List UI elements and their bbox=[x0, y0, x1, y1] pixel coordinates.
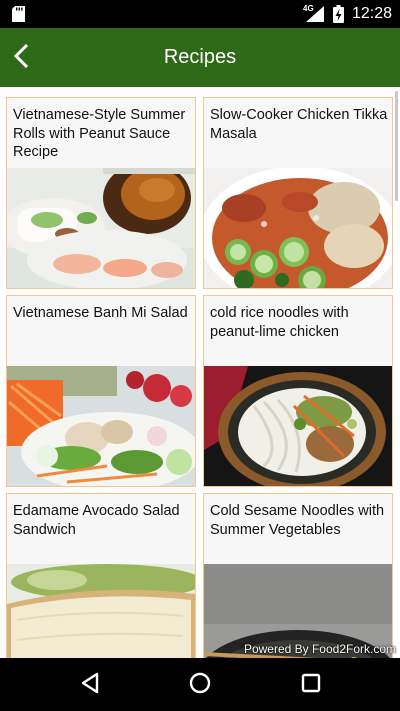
back-arrow-icon bbox=[13, 43, 29, 73]
system-nav-bar bbox=[0, 658, 400, 711]
recipe-image bbox=[7, 168, 195, 288]
recipe-image bbox=[7, 564, 195, 658]
powered-by-watermark: Powered By Food2Fork.com bbox=[243, 642, 396, 656]
clock: 12:28 bbox=[352, 5, 393, 22]
page-title: Recipes bbox=[163, 46, 237, 68]
scrollbar[interactable] bbox=[395, 91, 398, 201]
recipe-title: Vietnamese Banh Mi Salad bbox=[13, 305, 188, 321]
recipe-card[interactable]: Vietnamese Banh Mi Salad bbox=[6, 295, 196, 487]
recipe-image bbox=[7, 366, 195, 486]
recipe-title: Slow-Cooker Chicken Tikka Masala bbox=[210, 107, 388, 142]
recipe-title: Edamame Avocado Salad Sandwich bbox=[13, 503, 180, 538]
recipe-image bbox=[204, 168, 392, 288]
recipe-title: Vietnamese-Style Summer Rolls with Peanu… bbox=[13, 107, 186, 160]
recipe-image bbox=[204, 366, 392, 486]
recipe-card[interactable]: Cold Sesame Noodles with Summer Vegetabl… bbox=[203, 493, 393, 658]
nav-back-button[interactable] bbox=[72, 667, 108, 703]
recipe-card[interactable]: Vietnamese-Style Summer Rolls with Peanu… bbox=[6, 97, 196, 289]
battery-charging-icon bbox=[333, 5, 344, 28]
back-button[interactable] bbox=[4, 40, 38, 76]
home-circle-icon bbox=[189, 672, 211, 699]
nav-home-button[interactable] bbox=[182, 667, 218, 703]
recipe-card[interactable]: Slow-Cooker Chicken Tikka Masala bbox=[203, 97, 393, 289]
back-triangle-icon bbox=[79, 672, 101, 699]
status-bar: 4G 12:28 bbox=[0, 0, 400, 28]
app-bar: Recipes bbox=[0, 28, 400, 87]
recents-square-icon bbox=[301, 673, 321, 698]
recipe-card[interactable]: cold rice noodles with peanut-lime chick… bbox=[203, 295, 393, 487]
recipe-title: cold rice noodles with peanut-lime chick… bbox=[210, 305, 349, 340]
recipe-card[interactable]: Edamame Avocado Salad Sandwich bbox=[6, 493, 196, 658]
signal-icon bbox=[306, 6, 326, 27]
recipe-grid[interactable]: Vietnamese-Style Summer Rolls with Peanu… bbox=[0, 87, 400, 658]
recipe-title: Cold Sesame Noodles with Summer Vegetabl… bbox=[210, 503, 385, 538]
sd-card-icon bbox=[12, 6, 25, 27]
nav-recents-button[interactable] bbox=[293, 667, 329, 703]
